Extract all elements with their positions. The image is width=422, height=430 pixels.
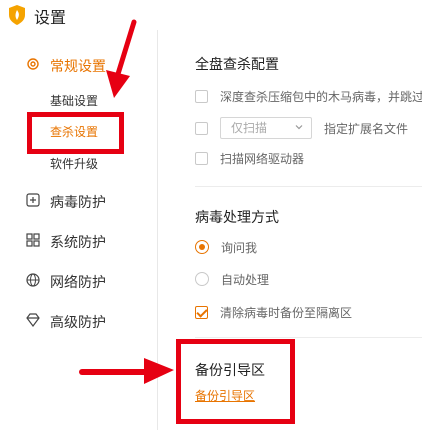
title-bar: 设置 [0, 0, 422, 30]
sidebar-item-label: 网络防护 [50, 275, 106, 291]
sidebar-item-label: 高级防护 [50, 315, 106, 331]
sidebar-item-label: 病毒防护 [50, 195, 106, 211]
section-divider [195, 186, 422, 187]
scan-mode-select-value: 仅扫描 [231, 121, 268, 135]
scan-mode-checkbox[interactable] [195, 121, 208, 135]
backup-quarantine-option[interactable]: 清除病毒时备份至隔离区 [195, 304, 352, 320]
chevron-down-icon [295, 125, 303, 130]
gear-icon [27, 58, 39, 70]
network-drive-option[interactable]: 扫描网络驱动器 [195, 150, 304, 166]
annotation-arrow-down [106, 19, 137, 98]
deep-scan-checkbox[interactable] [195, 89, 208, 103]
scan-mode-option[interactable]: 仅扫描 指定扩展名文件 [195, 117, 408, 139]
scan-mode-select[interactable]: 仅扫描 [220, 117, 312, 139]
sidebar-item-label: 系统防护 [50, 235, 106, 251]
backup-quarantine-label: 清除病毒时备份至隔离区 [220, 305, 353, 320]
virus-handling-section-title: 病毒处理方式 [195, 210, 279, 226]
window-title: 设置 [34, 8, 67, 27]
annotation-arrow-right [79, 358, 174, 384]
shield-logo-icon [9, 5, 25, 25]
sidebar-subitem-software-update[interactable]: 软件升级 [50, 155, 98, 172]
deep-scan-label: 深度查杀压缩包中的木马病毒，并跳过 [220, 89, 422, 104]
globe-icon [26, 273, 40, 287]
backup-quarantine-checkbox[interactable] [195, 305, 208, 319]
sidebar-subitem-basic-settings[interactable]: 基础设置 [50, 92, 98, 109]
auto-handle-label: 自动处理 [221, 272, 270, 287]
network-drive-label: 扫描网络驱动器 [220, 151, 305, 166]
auto-handle-option[interactable]: 自动处理 [195, 271, 269, 287]
diamond-icon [26, 313, 40, 327]
deep-scan-option[interactable]: 深度查杀压缩包中的木马病毒，并跳过 [195, 88, 422, 104]
auto-handle-radio[interactable] [195, 272, 209, 286]
plus-square-icon [26, 193, 40, 207]
ask-me-radio[interactable] [195, 240, 209, 254]
grid-icon [26, 233, 40, 247]
ask-me-option[interactable]: 询问我 [195, 239, 257, 255]
full-scan-section-title: 全盘查杀配置 [195, 57, 279, 73]
extension-files-label: 指定扩展名文件 [324, 121, 409, 136]
highlight-box-scan-settings [27, 112, 124, 154]
section-divider [195, 337, 422, 338]
highlight-box-boot-backup [176, 339, 295, 424]
ask-me-label: 询问我 [221, 240, 258, 255]
network-drive-checkbox[interactable] [195, 151, 208, 165]
